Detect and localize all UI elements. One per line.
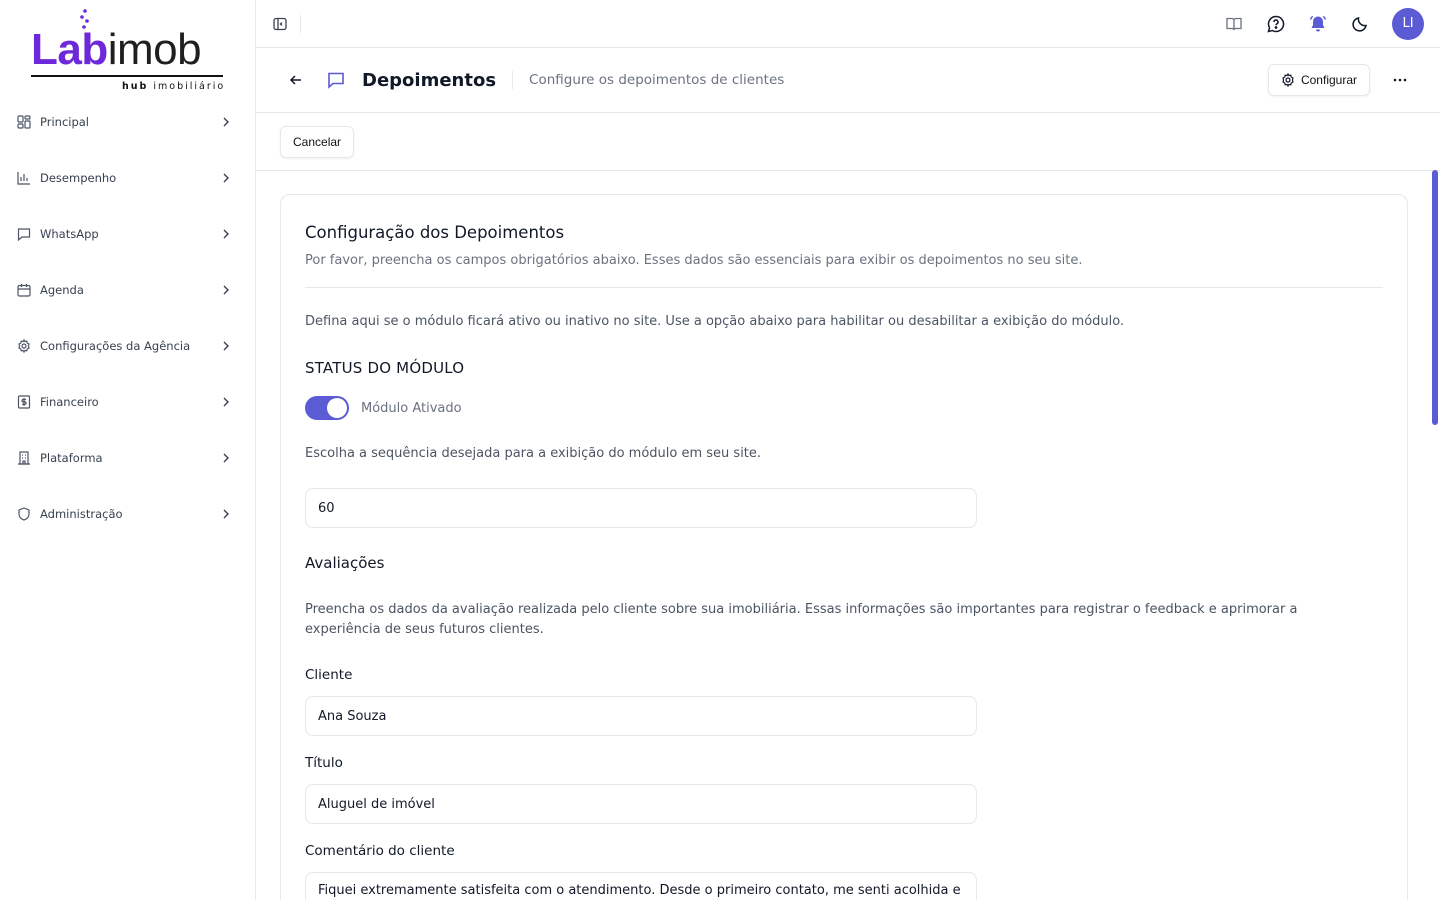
sidebar-item-desempenho[interactable]: Desempenho	[0, 150, 255, 206]
sidebar-toggle-icon[interactable]	[272, 16, 288, 32]
main-content: LI Depoimentos Configure os depoimentos …	[256, 0, 1440, 900]
page-header: Depoimentos Configure os depoimentos de …	[256, 48, 1440, 113]
sidebar-item-whatsapp[interactable]: WhatsApp	[0, 206, 255, 262]
logo-underline	[31, 75, 223, 77]
testimonials-config-card: Configuração dos Depoimentos Por favor, …	[280, 194, 1408, 900]
sidebar: Labimob hub imobiliário Principal Desemp…	[0, 0, 256, 900]
calendar-icon	[16, 282, 32, 298]
action-bar: Cancelar	[256, 113, 1440, 171]
reviews-help-text: Preencha os dados da avaliação realizada…	[305, 600, 1297, 640]
topbar-divider	[300, 14, 301, 33]
chevron-right-icon	[223, 229, 229, 239]
client-label: Cliente	[305, 667, 353, 683]
gear-icon	[1282, 73, 1294, 87]
sidebar-item-label: WhatsApp	[40, 227, 99, 241]
reviews-help-line-1: Preencha os dados da avaliação realizada…	[305, 602, 1298, 617]
page-title: Depoimentos	[362, 69, 497, 91]
card-title: Configuração dos Depoimentos	[305, 223, 565, 242]
chevron-right-icon	[223, 453, 229, 463]
chat-icon	[16, 226, 32, 242]
book-icon[interactable]	[1224, 14, 1244, 34]
bell-icon[interactable]	[1308, 14, 1328, 34]
sidebar-item-label: Financeiro	[40, 395, 99, 409]
order-input[interactable]: 60	[305, 488, 977, 528]
dollar-icon	[16, 394, 32, 410]
moon-icon[interactable]	[1350, 14, 1370, 34]
module-status-toggle[interactable]	[305, 396, 349, 420]
form-scroll-area[interactable]: Configuração dos Depoimentos Por favor, …	[256, 171, 1440, 900]
sidebar-item-label: Configurações da Agência	[40, 339, 191, 353]
shield-icon	[16, 506, 32, 522]
logo[interactable]: Labimob hub imobiliário	[0, 0, 255, 100]
logo-tagline: hub imobiliário	[122, 81, 226, 92]
chevron-right-icon	[223, 397, 229, 407]
comment-textarea[interactable]: Fiquei extremamente satisfeita com o ate…	[305, 872, 977, 900]
testimonial-chat-icon	[328, 72, 344, 89]
sidebar-item-principal[interactable]: Principal	[0, 94, 255, 150]
back-arrow-icon[interactable]	[288, 72, 304, 88]
configure-label: Configurar	[1300, 73, 1357, 87]
module-status-row: Módulo Ativado	[305, 396, 462, 420]
chevron-right-icon	[223, 341, 229, 351]
cancel-button[interactable]: Cancelar	[280, 125, 355, 158]
order-help-text: Escolha a sequência desejada para a exib…	[305, 446, 762, 461]
title-label: Título	[305, 755, 343, 771]
reviews-help-line-2: experiência de seus futuros clientes.	[305, 622, 544, 637]
building-icon	[16, 450, 32, 466]
module-status-label: Módulo Ativado	[361, 400, 462, 416]
sidebar-item-configuracoes[interactable]: Configurações da Agência	[0, 318, 255, 374]
card-description: Por favor, preencha os campos obrigatóri…	[305, 253, 1083, 268]
chevron-right-icon	[223, 285, 229, 295]
sidebar-item-plataforma[interactable]: Plataforma	[0, 430, 255, 486]
chevron-right-icon	[223, 117, 229, 127]
topbar: LI	[256, 0, 1440, 48]
help-chat-icon[interactable]	[1266, 14, 1286, 34]
sidebar-item-financeiro[interactable]: Financeiro	[0, 374, 255, 430]
comment-label: Comentário do cliente	[305, 843, 455, 859]
dashboard-icon	[16, 114, 32, 130]
sidebar-item-label: Desempenho	[40, 171, 117, 185]
sidebar-item-agenda[interactable]: Agenda	[0, 262, 255, 318]
reviews-heading: Avaliações	[305, 554, 385, 572]
module-help-text: Defina aqui se o módulo ficará ativo ou …	[305, 314, 1125, 329]
sidebar-item-label: Agenda	[40, 283, 84, 297]
page-subtitle: Configure os depoimentos de clientes	[529, 72, 785, 88]
sidebar-item-label: Principal	[40, 115, 90, 129]
chevron-right-icon	[223, 509, 229, 519]
bar-chart-icon	[16, 170, 32, 186]
sidebar-item-label: Plataforma	[40, 451, 103, 465]
sidebar-nav: Principal Desempenho WhatsApp Agenda Con…	[0, 94, 255, 542]
header-divider	[512, 71, 514, 89]
scrollbar[interactable]	[1432, 170, 1438, 425]
gear-icon	[16, 338, 32, 354]
configure-button[interactable]: Configurar	[1267, 64, 1370, 96]
card-divider	[305, 287, 1383, 288]
more-options-icon[interactable]	[1392, 72, 1408, 88]
avatar[interactable]: LI	[1392, 7, 1424, 40]
logo-wordmark: Labimob	[31, 25, 202, 74]
status-heading: STATUS DO MÓDULO	[305, 359, 465, 377]
title-input[interactable]: Aluguel de imóvel	[305, 784, 977, 824]
sidebar-item-administracao[interactable]: Administração	[0, 486, 255, 542]
chevron-right-icon	[223, 173, 229, 183]
sidebar-item-label: Administração	[40, 507, 123, 521]
client-input[interactable]: Ana Souza	[305, 696, 977, 736]
